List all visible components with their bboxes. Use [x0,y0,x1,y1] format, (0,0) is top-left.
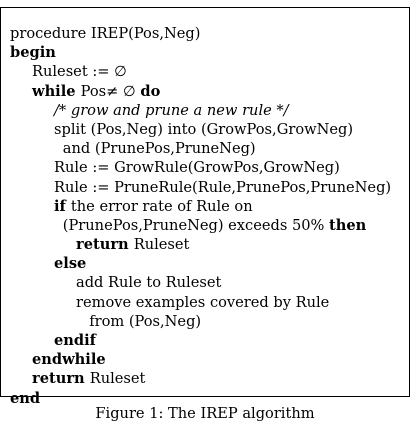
algorithm-line: endif [10,331,405,350]
code-text: split (Pos,Neg) into (GrowPos,GrowNeg) [54,120,354,138]
keyword: else [54,255,87,273]
keyword: endif [54,332,96,349]
algorithm-line: (PrunePos,PruneNeg) exceeds 50% then [10,216,405,235]
algorithm-line: procedure IREP(Pos,Neg) [10,24,405,43]
code-text: the error rate of Rule on [70,197,253,215]
algorithm-line: Ruleset := ∅ [10,62,405,81]
comment: /* grow and prune a new rule */ [54,101,289,119]
algorithm-line: return Ruleset [10,235,405,254]
algorithm-listing: procedure IREP(Pos,Neg) begin Ruleset := ∅… [10,24,405,408]
algorithm-line: Rule := PruneRule(Rule,PrunePos,PruneNeg… [10,178,405,197]
keyword: if [54,197,71,215]
keyword: while [32,82,81,100]
code-text: (PrunePos,PruneNeg) exceeds 50% [62,216,330,234]
algorithm-line: split (Pos,Neg) into (GrowPos,GrowNeg) [10,120,405,139]
algorithm-line: from (Pos,Neg) [10,312,405,331]
code-text: and (PrunePos,PruneNeg) [62,140,256,158]
keyword: begin [10,44,56,62]
algorithm-line: if the error rate of Rule on [10,197,405,216]
algorithm-line: while Pos≠ ∅ do [10,82,405,101]
algorithm-line: /* grow and prune a new rule */ [10,101,405,120]
keyword: return [76,236,134,254]
algorithm-line: begin [10,43,405,62]
code-text: procedure IREP(Pos,Neg) [10,25,201,42]
algorithm-line: and (PrunePos,PruneNeg) [10,139,405,158]
code-text: Ruleset [89,370,146,388]
code-text: Pos≠ ∅ [80,82,141,100]
code-text: Ruleset := ∅ [32,63,127,81]
algorithm-line: else [10,254,405,273]
algorithm-line: remove examples covered by Rule [10,293,405,312]
algorithm-line: Rule := GrowRule(GrowPos,GrowNeg) [10,158,405,177]
keyword: endwhile [32,351,106,369]
code-text: Rule := GrowRule(GrowPos,GrowNeg) [54,159,340,177]
keyword: return [32,370,90,388]
algorithm-line: add Rule to Ruleset [10,273,405,292]
keyword: then [329,216,367,234]
code-text: add Rule to Ruleset [76,274,222,292]
algorithm-line: return Ruleset [10,369,405,388]
figure-caption: Figure 1: The IREP algorithm [95,405,315,422]
code-text: Ruleset [133,236,190,254]
code-text: Rule := PruneRule(Rule,PrunePos,PruneNeg… [54,178,392,196]
keyword: do [140,82,161,100]
algorithm-line: endwhile [10,350,405,369]
code-text: from (Pos,Neg) [89,312,202,330]
code-text: remove examples covered by Rule [76,293,330,311]
